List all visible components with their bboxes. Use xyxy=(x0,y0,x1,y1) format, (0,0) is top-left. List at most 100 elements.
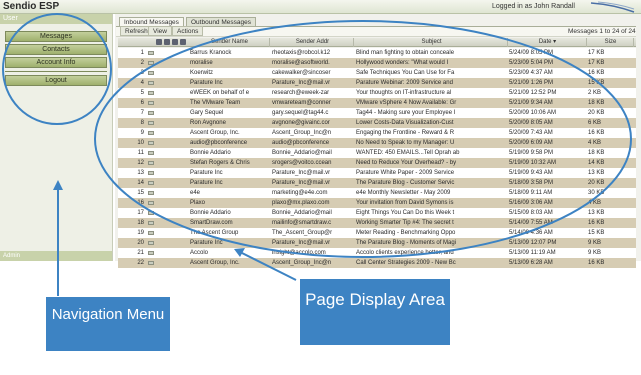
sender-name-cell: Plaxo xyxy=(190,200,206,206)
date-cell: 5/15/09 8:03 AM xyxy=(509,210,553,216)
table-row[interactable]: 6 The VMware Team vmwareteam@conner VMware … xyxy=(118,98,636,108)
sender-name-cell: e4e xyxy=(190,190,201,196)
tab-inbound-messages[interactable]: Inbound Messages xyxy=(119,17,184,26)
table-row[interactable]: 4 Parature Inc Parature_Inc@mail.vr Paratur… xyxy=(118,78,636,88)
column-sender-addr[interactable]: Sender Addr xyxy=(272,38,354,47)
sender-addr-cell: Parature_Inc@mail.vr xyxy=(272,80,331,86)
sender-name-cell: Accolo xyxy=(190,250,209,256)
subject-cell: No Need to Speak to my Manager: U xyxy=(356,140,455,146)
table-row[interactable]: 21 Accolo insight@accolo.com Accolo clients… xyxy=(118,248,636,258)
table-row[interactable]: 3 Koerwitz cakewalker@sincoser Safe Techniq… xyxy=(118,68,636,78)
sender-addr-cell: Parature_Inc@mail.vr xyxy=(272,240,331,246)
size-cell: 16 KB xyxy=(588,130,605,136)
envelope-icon xyxy=(148,111,154,115)
envelope-icon xyxy=(148,131,154,135)
size-cell: 6 KB xyxy=(588,120,602,126)
envelope-icon xyxy=(148,171,154,175)
sender-addr-cell: marketing@e4e.com xyxy=(272,190,328,196)
message-icon xyxy=(148,168,156,178)
table-row[interactable]: 5 eWEEK on behalf of e research@eweek-zar Y… xyxy=(118,88,636,98)
envelope-icon xyxy=(148,181,154,185)
row-number: 13 xyxy=(137,170,144,176)
table-row[interactable]: 19 The Ascent Group The_Ascent_Group@r Mete… xyxy=(118,228,636,238)
row-number: 16 xyxy=(137,200,144,206)
column-sender-name[interactable]: Sender Name xyxy=(190,38,270,47)
table-row[interactable]: 7 Gary Sequel gary.sequel@tag44.c Tag44 - M… xyxy=(118,108,636,118)
sender-addr-cell: moralise@asoftworld. xyxy=(272,60,330,66)
table-row[interactable]: 17 Bonnie Addario Bonnie_Addario@mail Eight… xyxy=(118,208,636,218)
table-row[interactable]: 16 Plaxo plaxo@mx.plaxo.com Your invitation… xyxy=(118,198,636,208)
subject-cell: Hollywood wonders: "What would I xyxy=(356,60,449,66)
row-number: 14 xyxy=(137,180,144,186)
sender-name-cell: Barrus Kranock xyxy=(190,50,232,56)
table-row[interactable]: 1 Barrus Kranock rheotaxis@robcol.k12 Blind… xyxy=(118,48,636,58)
app-title: Sendio ESP xyxy=(3,1,60,12)
date-cell: 5/21/09 12:52 PM xyxy=(509,90,557,96)
view-menu-button[interactable]: View xyxy=(148,26,172,36)
table-row[interactable]: 2 moralise moralise@asoftworld. Hollywood w… xyxy=(118,58,636,68)
sender-addr-cell: Ascent_Group_Inc@n xyxy=(272,130,332,136)
subject-cell: Blind man fighting to obtain conceale xyxy=(356,50,455,56)
sender-name-cell: moralise xyxy=(190,60,213,66)
sidebar-item-messages[interactable]: Messages xyxy=(5,31,107,42)
row-number: 22 xyxy=(137,260,144,266)
table-row[interactable]: 12 Stefan Rogers & Chris srogers@voitco.cc… xyxy=(118,158,636,168)
table-row[interactable]: 15 e4e marketing@e4e.com e4e Monthly Newsle… xyxy=(118,188,636,198)
status-column-icon[interactable] xyxy=(172,39,178,45)
table-row[interactable]: 10 audio@pbconference audio@pbconference No… xyxy=(118,138,636,148)
sender-name-cell: audio@pbconference xyxy=(190,140,248,146)
subject-cell: Engaging the Frontline - Reward & R xyxy=(356,130,455,136)
row-number: 12 xyxy=(137,160,144,166)
sidebar-item-logout[interactable]: Logout xyxy=(5,75,107,86)
attachment-column-icon[interactable] xyxy=(156,39,162,45)
column-size[interactable]: Size xyxy=(588,38,634,47)
table-row[interactable]: 18 SmartDraw.com mailinfo@smartdraw.c Worki… xyxy=(118,218,636,228)
row-number: 6 xyxy=(140,100,144,106)
table-row[interactable]: 11 Bonnie Addario Bonnie_Addario@mail WANTE… xyxy=(118,148,636,158)
envelope-icon xyxy=(148,161,154,165)
message-icon xyxy=(148,108,156,118)
column-date[interactable]: Date ▾ xyxy=(509,38,587,47)
message-icon xyxy=(148,78,156,88)
date-cell: 5/20/09 7:43 AM xyxy=(509,130,553,136)
subject-cell: VMware vSphere 4 Now Available: Gr xyxy=(356,100,457,106)
sidebar-item-account-info[interactable]: Account Info xyxy=(5,57,107,68)
size-cell: 15 KB xyxy=(588,80,605,86)
table-row[interactable]: 14 Parature Inc Parature_Inc@mail.vr The Pa… xyxy=(118,178,636,188)
message-icon xyxy=(148,228,156,238)
table-row[interactable]: 9 Ascent Group, Inc. Ascent_Group_Inc@n Eng… xyxy=(118,128,636,138)
row-number: 4 xyxy=(140,80,144,86)
navigation-menu: User Messages Contacts Account Info Logo… xyxy=(0,14,113,261)
subject-cell: Accolo clients experience better, and xyxy=(356,250,454,256)
sender-name-cell: Ron Avgnone xyxy=(190,120,226,126)
table-row[interactable]: 13 Parature Inc Parature_Inc@mail.vr Paratu… xyxy=(118,168,636,178)
envelope-icon xyxy=(148,221,154,225)
message-icon xyxy=(148,188,156,198)
actions-menu-button[interactable]: Actions xyxy=(172,26,204,36)
envelope-icon xyxy=(148,141,154,145)
column-subject[interactable]: Subject xyxy=(356,38,508,47)
sender-addr-cell: Bonnie_Addario@mail xyxy=(272,210,332,216)
row-number: 9 xyxy=(140,130,144,136)
tab-outbound-messages[interactable]: Outbound Messages xyxy=(186,17,256,26)
date-cell: 5/23/09 5:04 PM xyxy=(509,60,554,66)
message-grid-header: Sender Name Sender Addr Subject Date ▾ S… xyxy=(118,38,636,47)
row-number: 21 xyxy=(137,250,144,256)
table-row[interactable]: 22 Ascent Group, Inc. Ascent_Group_Inc@n Ca… xyxy=(118,258,636,268)
row-number: 17 xyxy=(137,210,144,216)
sender-addr-cell: rheotaxis@robcol.k12 xyxy=(272,50,331,56)
row-number: 5 xyxy=(140,90,144,96)
read-column-icon[interactable] xyxy=(180,39,186,45)
sender-name-cell: The VMware Team xyxy=(190,100,241,106)
sidebar-item-contacts[interactable]: Contacts xyxy=(5,44,107,55)
sidebar-divider xyxy=(5,71,107,72)
table-row[interactable]: 8 Ron Avgnone avgnone@givainc.cor Lower Cos… xyxy=(118,118,636,128)
size-cell: 16 KB xyxy=(588,220,605,226)
table-row[interactable]: 20 Parature Inc Parature_Inc@mail.vr The Pa… xyxy=(118,238,636,248)
message-icon xyxy=(148,178,156,188)
app-title-bar: Sendio ESP Logged in as John Randall xyxy=(0,0,641,14)
sidebar-header: User xyxy=(0,14,112,24)
sender-name-cell: Parature Inc xyxy=(190,170,223,176)
row-number: 2 xyxy=(140,60,144,66)
flag-column-icon[interactable] xyxy=(164,39,170,45)
